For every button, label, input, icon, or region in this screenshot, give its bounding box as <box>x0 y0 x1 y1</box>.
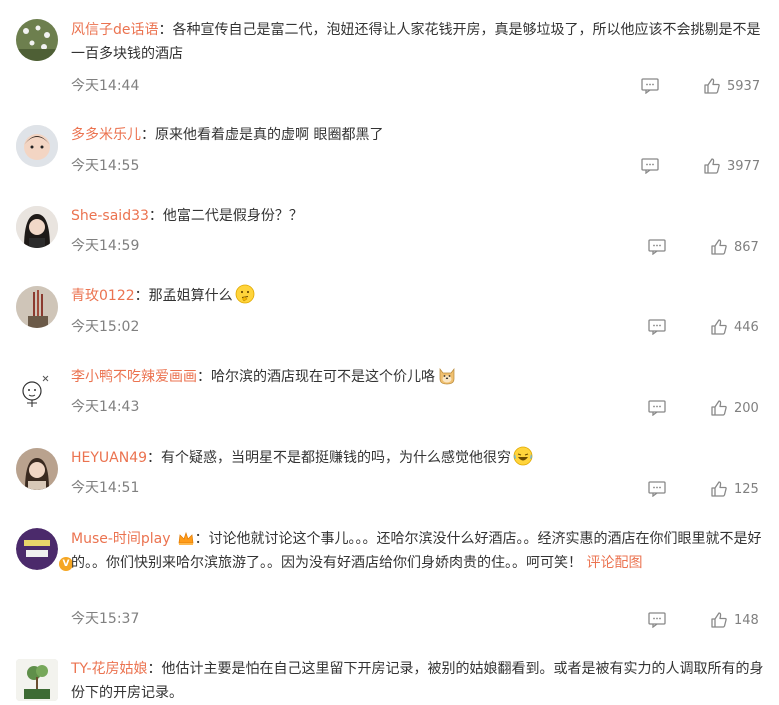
comment-text: 青玫0122：那孟姐算什么 <box>71 284 768 308</box>
thumbs-up-icon <box>711 239 727 255</box>
username-link[interactable]: 多多米乐儿 <box>71 127 141 143</box>
reply-icon[interactable] <box>641 78 659 94</box>
username-link[interactable]: Muse-时间play <box>71 531 171 547</box>
like-button[interactable]: 5937 <box>703 77 760 95</box>
comment-body: 他估计主要是怕在自己这里留下开房记录，被别的姑娘翻看到。或者是被有实力的人调取所… <box>71 661 764 701</box>
comment-body: 他富二代是假身份？？ <box>162 208 303 224</box>
laughing-tears-emoji-icon <box>513 446 533 466</box>
like-count: 148 <box>734 612 759 628</box>
reply-icon[interactable] <box>648 319 666 335</box>
comment-body: 讨论他就讨论这个事儿。。。还哈尔滨没什么好酒店。。经济实惠的酒店在你们眼里就不是… <box>71 531 762 571</box>
like-button[interactable]: 125 <box>710 480 759 498</box>
timestamp: 今天14:51 <box>71 480 140 496</box>
avatar[interactable] <box>16 659 58 701</box>
timestamp: 今天15:02 <box>71 319 140 335</box>
comment-body: 那孟姐算什么 <box>148 288 233 304</box>
avatar[interactable] <box>16 125 58 167</box>
comment-text: HEYUAN49：有个疑惑，当明星不是都挺赚钱的吗，为什么感觉他很穷 <box>71 446 768 470</box>
doge-emoji-icon <box>437 365 457 385</box>
thinking-emoji-icon <box>235 284 255 304</box>
like-button[interactable]: 200 <box>710 399 759 417</box>
thumbs-up-icon <box>711 400 727 416</box>
comment-text: 多多米乐儿：原来他看着虚是真的虚啊 眼圈都黑了 <box>71 123 768 147</box>
reply-icon[interactable] <box>648 481 666 497</box>
like-count: 5937 <box>727 78 761 94</box>
like-button[interactable]: 867 <box>710 238 759 256</box>
separator: ： <box>147 661 162 677</box>
thumbs-up-icon <box>704 158 720 174</box>
like-count: 125 <box>734 481 759 497</box>
separator: ： <box>197 369 211 385</box>
avatar[interactable] <box>16 286 58 328</box>
avatar[interactable] <box>16 448 58 490</box>
timestamp: 今天15:37 <box>71 611 140 627</box>
username-link[interactable]: 李小鸭不吃辣爱画画 <box>71 369 197 385</box>
avatar[interactable] <box>16 206 58 248</box>
avatar[interactable]: V <box>16 528 74 572</box>
like-count: 446 <box>734 319 759 335</box>
timestamp: 今天14:44 <box>71 78 140 94</box>
username-link[interactable]: TY-花房姑娘 <box>71 661 148 677</box>
comment-body: 哈尔滨的酒店现在可不是这个价儿咯 <box>211 369 435 385</box>
thumbs-up-icon <box>711 481 727 497</box>
comment-text: TY-花房姑娘：他估计主要是怕在自己这里留下开房记录，被别的姑娘翻看到。或者是被… <box>71 657 768 705</box>
timestamp: 今天14:59 <box>71 238 140 254</box>
like-count: 3977 <box>727 158 761 174</box>
comment-text: Muse-时间play ：讨论他就讨论这个事儿。。。还哈尔滨没什么好酒店。。经济实… <box>71 527 768 575</box>
comment-image-link[interactable]: 评论配图 <box>586 555 642 571</box>
separator: ： <box>147 450 162 466</box>
username-link[interactable]: HEYUAN49 <box>71 450 147 466</box>
username-link[interactable]: 风信子de话语 <box>71 22 159 38</box>
like-button[interactable]: 446 <box>710 318 759 336</box>
like-count: 200 <box>734 400 759 416</box>
like-button[interactable]: 3977 <box>703 157 760 175</box>
comment-text: 李小鸭不吃辣爱画画：哈尔滨的酒店现在可不是这个价儿咯 <box>71 365 768 389</box>
thumbs-up-icon <box>704 78 720 94</box>
comment-body: 有个疑惑，当明星不是都挺赚钱的吗，为什么感觉他很穷 <box>161 450 512 466</box>
timestamp: 今天14:43 <box>71 399 140 415</box>
reply-icon[interactable] <box>641 158 659 174</box>
separator: ： <box>194 531 209 547</box>
comment-text: 风信子de话语：各种宣传自己是富二代，泡妞还得让人家花钱开房，真是够垃圾了，所以… <box>71 18 768 66</box>
like-button[interactable]: 148 <box>710 611 759 629</box>
thumbs-up-icon <box>711 319 727 335</box>
separator: ： <box>148 208 163 224</box>
like-count: 867 <box>734 239 759 255</box>
username-link[interactable]: 青玫0122 <box>71 288 135 304</box>
reply-icon[interactable] <box>648 612 666 628</box>
comment-text: She-said33：他富二代是假身份？？ <box>71 204 768 228</box>
crown-icon <box>178 531 193 545</box>
comment-body: 各种宣传自己是富二代，泡妞还得让人家花钱开房，真是够垃圾了，所以他应该不会挑剔是… <box>71 22 761 62</box>
avatar[interactable] <box>16 19 58 61</box>
separator: ： <box>134 288 149 304</box>
timestamp: 今天14:55 <box>71 158 140 174</box>
reply-icon[interactable] <box>648 239 666 255</box>
separator: ： <box>141 127 155 143</box>
comment-list: 风信子de话语：各种宣传自己是富二代，泡妞还得让人家花钱开房，真是够垃圾了，所以… <box>0 0 779 701</box>
separator: ： <box>158 22 173 38</box>
comment-body: 原来他看着虚是真的虚啊 眼圈都黑了 <box>155 127 384 143</box>
username-link[interactable]: She-said33 <box>71 208 149 224</box>
avatar[interactable] <box>16 367 58 409</box>
thumbs-up-icon <box>711 612 727 628</box>
reply-icon[interactable] <box>648 400 666 416</box>
